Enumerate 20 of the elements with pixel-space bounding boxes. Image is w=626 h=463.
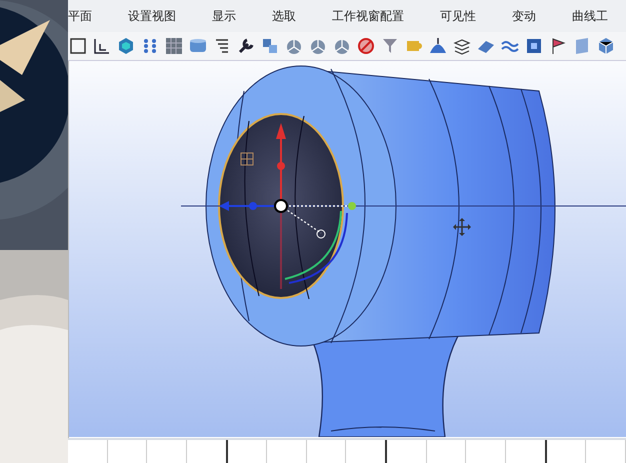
wrench-icon[interactable] [236, 36, 256, 56]
menu-tab[interactable]: 设置视图 [128, 4, 176, 28]
menu-tab[interactable]: 曲线工 [572, 4, 608, 28]
cube-icon[interactable] [596, 36, 616, 56]
cubes-icon[interactable] [260, 36, 280, 56]
menu-tab[interactable]: 显示 [212, 4, 236, 28]
square-icon[interactable] [524, 36, 544, 56]
frame-icon[interactable] [68, 36, 88, 56]
gizmo-drawing[interactable] [219, 123, 356, 289]
axes-icon[interactable] [92, 36, 112, 56]
menu-tab[interactable]: 工作视窗配置 [332, 4, 404, 28]
menu-tab[interactable]: 平面 [68, 4, 92, 28]
hexagon-icon[interactable] [116, 36, 136, 56]
prohibited-icon[interactable] [356, 36, 376, 56]
menu-tab[interactable]: 选取 [272, 4, 296, 28]
move-cursor-icon [453, 218, 471, 236]
menu-tab[interactable]: 变动 [512, 4, 536, 28]
menu-tab[interactable]: 可见性 [440, 4, 476, 28]
dome-icon[interactable] [428, 36, 448, 56]
grid-icon[interactable] [164, 36, 184, 56]
